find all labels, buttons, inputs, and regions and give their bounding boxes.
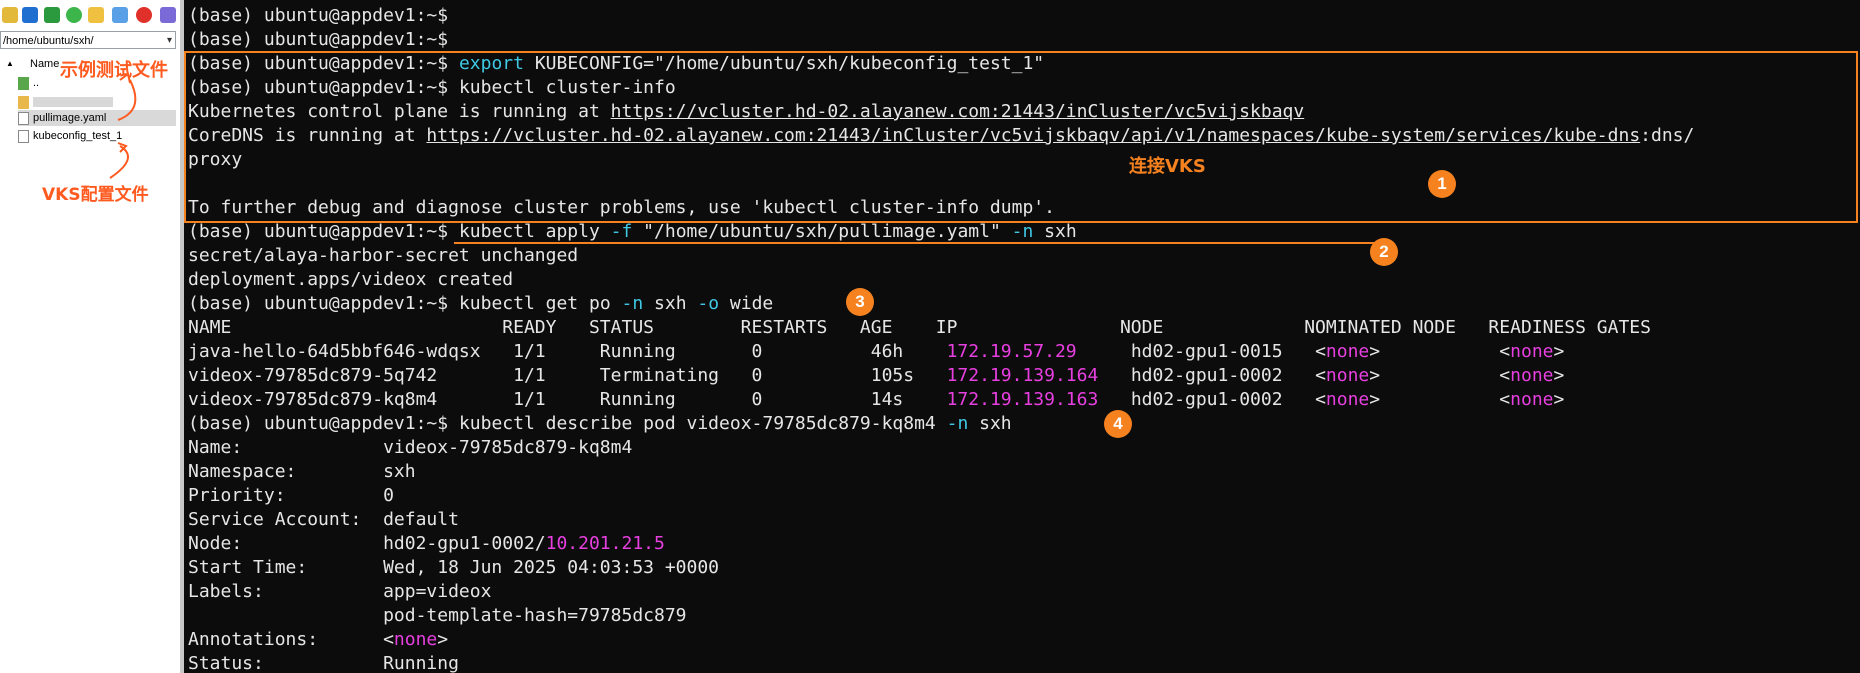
step-marker-1: 1 [1428, 170, 1456, 198]
describe-line: Labels: app=videox [188, 581, 492, 602]
describe-line: Priority: 0 [188, 485, 394, 506]
arrow-head-sample [119, 72, 131, 84]
table-row: java-hello-64d5bbf646-wdqsx 1/1 Running … [188, 341, 1565, 362]
annotation-arrows [109, 72, 137, 179]
table-row: videox-79785dc879-kq8m4 1/1 Running 0 14… [188, 389, 1565, 410]
terminal-line: (base) ubuntu@appdev1:~$ [188, 29, 449, 50]
connect-vks-label: 连接VKS [1129, 156, 1206, 177]
pods-table-header: NAME READY STATUS RESTARTS AGE IP NODE N… [188, 317, 1651, 338]
table-row: videox-79785dc879-5q742 1/1 Terminating … [188, 365, 1565, 386]
file-panel: /home/ubuntu/sxh/ ▾ ▲ Name .. pullimage.… [0, 0, 180, 673]
arrow-sample [117, 79, 137, 121]
connect-vks-box [184, 51, 1858, 223]
step-marker-3: 3 [846, 288, 874, 316]
describe-line: Annotations: <none> [188, 629, 449, 650]
step-marker-2: 2 [1370, 238, 1398, 266]
step-marker-4: 4 [1104, 410, 1132, 438]
describe-line: pod-template-hash=79785dc879 [188, 605, 687, 626]
terminal-line: secret/alaya-harbor-secret unchanged [188, 245, 579, 266]
terminal-line: (base) ubuntu@appdev1:~$ kubectl apply -… [188, 221, 1077, 242]
terminal-line: deployment.apps/videox created [188, 269, 514, 290]
describe-line: Node: hd02-gpu1-0002/10.201.21.5 [188, 533, 665, 554]
terminal-line: (base) ubuntu@appdev1:~$ kubectl describ… [188, 413, 1012, 434]
arrow-config [109, 145, 129, 179]
terminal-line: (base) ubuntu@appdev1:~$ [188, 5, 449, 26]
describe-line: Status: Running [188, 653, 459, 673]
describe-line: Start Time: Wed, 18 Jun 2025 04:03:53 +0… [188, 557, 720, 578]
terminal[interactable]: (base) ubuntu@appdev1:~$ (base) ubuntu@a… [184, 0, 1860, 673]
describe-line: Service Account: default [188, 509, 459, 530]
describe-line: Namespace: sxh [188, 461, 416, 482]
terminal-line: (base) ubuntu@appdev1:~$ kubectl get po … [188, 293, 774, 314]
describe-line: Name: videox-79785dc879-kq8m4 [188, 437, 633, 458]
apply-underline [454, 242, 1374, 244]
